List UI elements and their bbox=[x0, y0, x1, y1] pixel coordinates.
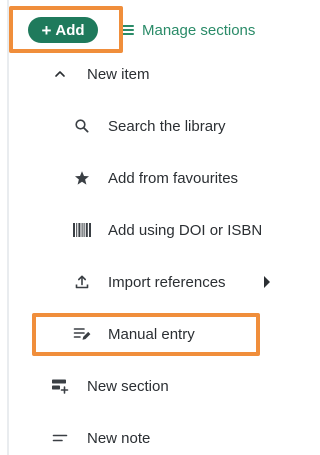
menu-item-label: Add from favourites bbox=[108, 169, 239, 187]
chevron-up-icon bbox=[50, 64, 70, 84]
barcode-icon bbox=[72, 220, 92, 240]
manage-sections-link[interactable]: Manage sections bbox=[122, 18, 255, 42]
menu-item-new-note[interactable]: New note bbox=[50, 424, 150, 452]
add-section-icon bbox=[50, 376, 70, 396]
menu-item-add-from-favourites[interactable]: Add from favourites bbox=[72, 164, 238, 192]
add-button-label: Add bbox=[55, 21, 85, 39]
menu-item-new-item[interactable]: New item bbox=[50, 60, 150, 88]
menu-item-label: New section bbox=[87, 377, 169, 395]
search-icon bbox=[72, 116, 92, 136]
menu-item-search-library[interactable]: Search the library bbox=[72, 112, 226, 140]
menu-item-new-section[interactable]: New section bbox=[50, 372, 169, 400]
menu-lines-icon bbox=[122, 25, 134, 35]
menu-item-label: Import references bbox=[108, 273, 226, 291]
left-divider bbox=[7, 0, 9, 455]
add-button[interactable]: + Add bbox=[28, 17, 98, 43]
star-icon bbox=[72, 168, 92, 188]
upload-icon bbox=[72, 272, 92, 292]
menu-item-label: New item bbox=[87, 65, 150, 83]
menu-item-label: Manual entry bbox=[108, 325, 195, 343]
submenu-arrow-icon[interactable] bbox=[264, 276, 270, 288]
menu-item-add-doi-isbn[interactable]: Add using DOI or ISBN bbox=[72, 216, 262, 244]
manage-sections-label: Manage sections bbox=[142, 21, 256, 39]
menu-item-import-references[interactable]: Import references bbox=[72, 268, 226, 296]
edit-list-icon bbox=[72, 324, 92, 344]
menu-item-label: Search the library bbox=[108, 117, 226, 135]
menu-item-manual-entry[interactable]: Manual entry bbox=[72, 320, 195, 348]
plus-icon: + bbox=[41, 20, 52, 40]
menu-item-label: Add using DOI or ISBN bbox=[108, 221, 263, 239]
menu-item-label: New note bbox=[87, 429, 151, 447]
note-lines-icon bbox=[50, 428, 70, 448]
add-menu-screen: + Add Manage sections New item Search th… bbox=[0, 0, 274, 455]
